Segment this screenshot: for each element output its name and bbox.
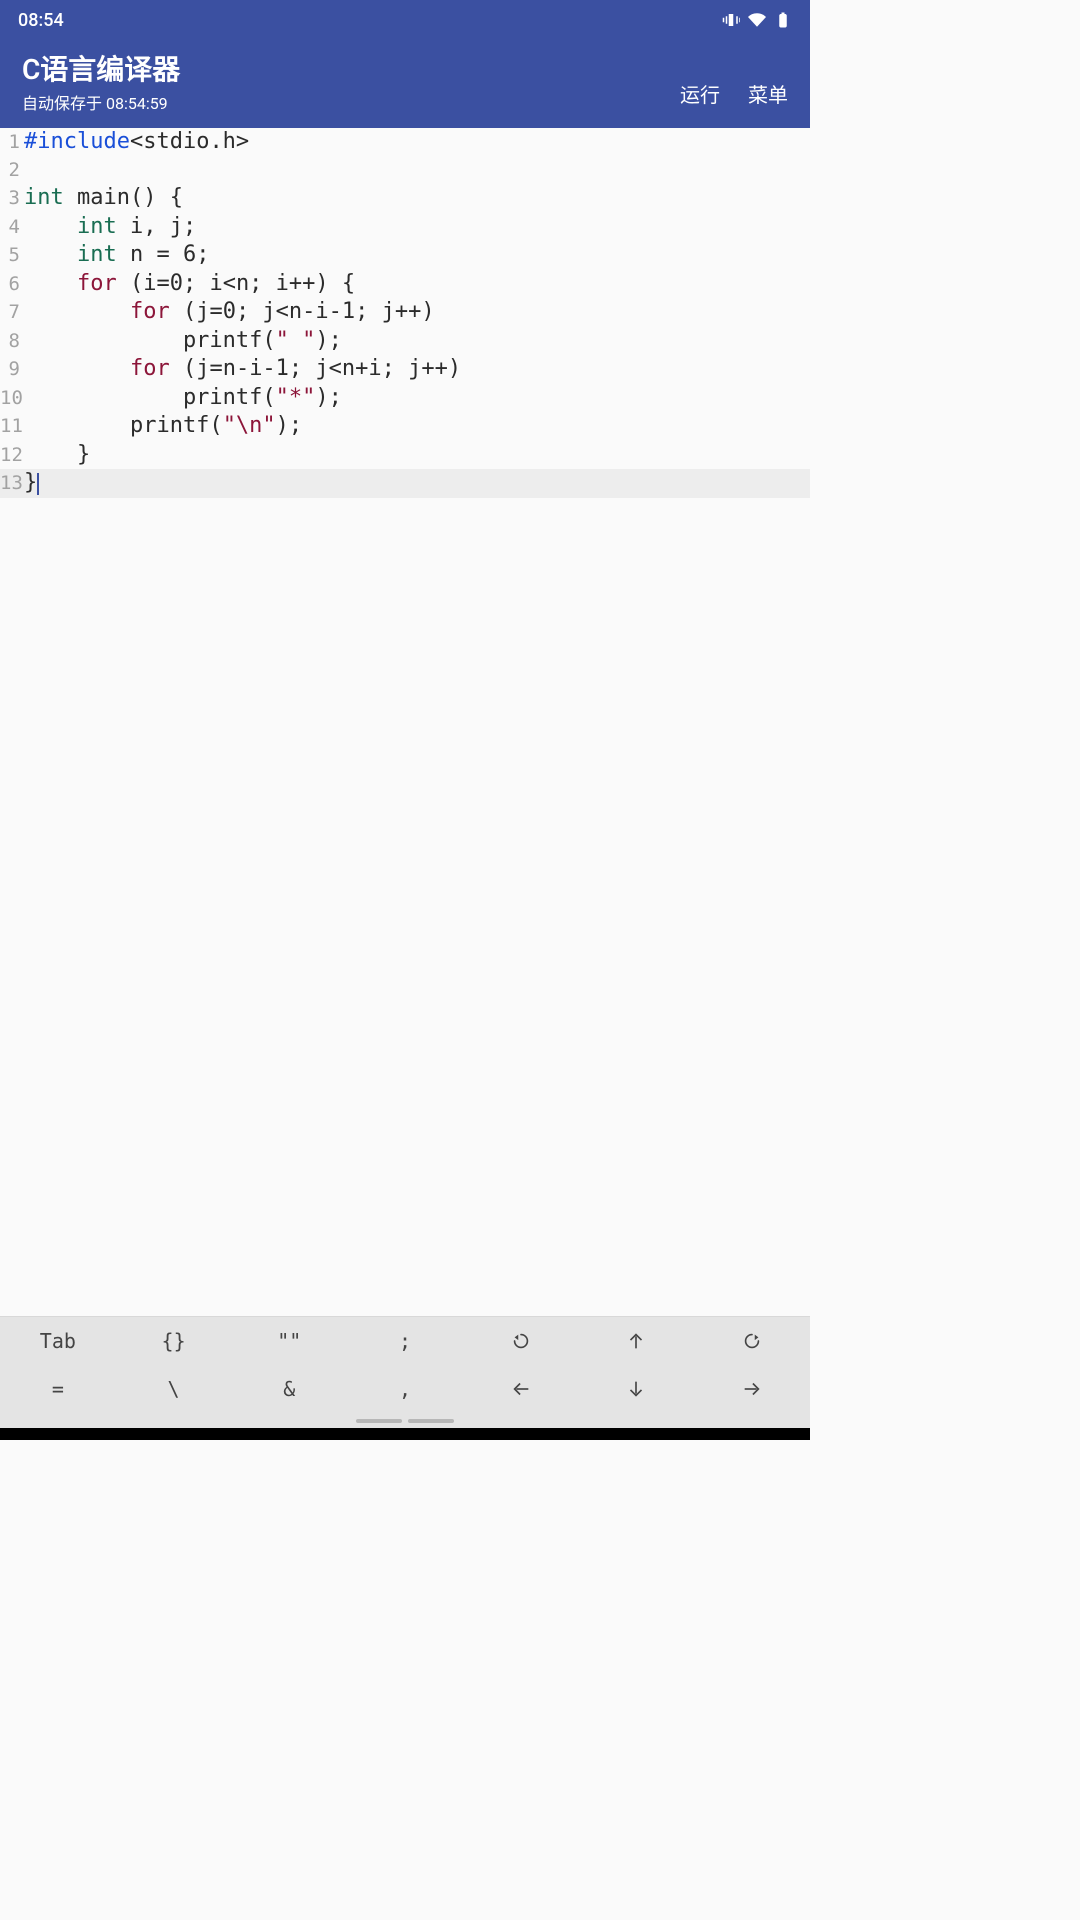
line-number: 10 [0,385,24,413]
line-number: 12 [0,442,24,470]
line-number: 7 [0,299,24,327]
nav-bar-bottom [0,1428,810,1440]
code-content[interactable]: printf(" "); [24,327,810,355]
shortcut-row-1: Tab{}""; [0,1317,810,1365]
code-content[interactable]: } [24,469,810,497]
code-content[interactable]: int main() { [24,184,810,212]
text-cursor [37,473,39,495]
shortcut-key-left-icon[interactable] [463,1365,579,1413]
code-line[interactable]: 2 [0,157,810,185]
status-bar: 08:54 [0,0,810,40]
app-title-block: C语言编译器 自动保存于 08:54:59 [22,48,180,114]
run-button[interactable]: 运行 [680,79,720,108]
code-content[interactable]: printf("\n"); [24,412,810,440]
code-content[interactable]: for (j=n-i-1; j<n+i; j++) [24,355,810,383]
shortcut-key[interactable]: & [231,1365,347,1413]
code-line[interactable]: 5 int n = 6; [0,241,810,270]
code-content[interactable]: int n = 6; [24,241,810,269]
shortcut-key[interactable]: = [0,1365,116,1413]
shortcut-key[interactable]: , [347,1365,463,1413]
line-number: 3 [0,185,24,213]
line-number: 5 [0,242,24,270]
wifi-icon [748,11,766,29]
code-line[interactable]: 12 } [0,441,810,470]
line-number: 11 [0,413,24,441]
code-content[interactable]: #include<stdio.h> [24,128,810,156]
header-actions: 运行 菜单 [680,79,788,114]
shortcut-key-up-icon[interactable] [579,1317,695,1365]
line-number: 8 [0,328,24,356]
shortcut-key-right-icon[interactable] [694,1365,810,1413]
code-line[interactable]: 7 for (j=0; j<n-i-1; j++) [0,298,810,327]
shortcut-key[interactable]: ; [347,1317,463,1365]
line-number: 6 [0,271,24,299]
line-number: 13 [0,470,24,498]
code-line[interactable]: 1#include<stdio.h> [0,128,810,157]
nav-handle[interactable] [0,1413,810,1428]
code-line[interactable]: 9 for (j=n-i-1; j<n+i; j++) [0,355,810,384]
app-title: C语言编译器 [22,48,180,88]
status-icons [722,11,792,29]
code-content[interactable]: } [24,441,810,469]
code-content[interactable]: for (j=0; j<n-i-1; j++) [24,298,810,326]
code-line[interactable]: 6 for (i=0; i<n; i++) { [0,270,810,299]
battery-icon [774,11,792,29]
menu-button[interactable]: 菜单 [748,79,788,108]
shortcut-key[interactable]: Tab [0,1317,116,1365]
shortcut-key-down-icon[interactable] [579,1365,695,1413]
shortcut-bar: Tab{}""; =\&, [0,1316,810,1428]
code-line[interactable]: 4 int i, j; [0,213,810,242]
nav-pill [356,1419,402,1423]
autosave-status: 自动保存于 08:54:59 [22,90,180,114]
code-content[interactable]: int i, j; [24,213,810,241]
code-content[interactable]: for (i=0; i<n; i++) { [24,270,810,298]
shortcut-key-redo-icon[interactable] [694,1317,810,1365]
shortcut-key-undo-icon[interactable] [463,1317,579,1365]
shortcut-key[interactable]: {} [116,1317,232,1365]
line-number: 2 [0,157,24,185]
code-editor[interactable]: 1#include<stdio.h>23int main() {4 int i,… [0,128,810,1316]
code-line[interactable]: 3int main() { [0,184,810,213]
line-number: 9 [0,356,24,384]
app-header: C语言编译器 自动保存于 08:54:59 运行 菜单 [0,40,810,128]
vibrate-icon [722,11,740,29]
shortcut-row-2: =\&, [0,1365,810,1413]
shortcut-key[interactable]: "" [231,1317,347,1365]
line-number: 1 [0,129,24,157]
shortcut-key[interactable]: \ [116,1365,232,1413]
line-number: 4 [0,214,24,242]
code-line[interactable]: 10 printf("*"); [0,384,810,413]
code-line[interactable]: 13} [0,469,810,498]
code-line[interactable]: 8 printf(" "); [0,327,810,356]
code-line[interactable]: 11 printf("\n"); [0,412,810,441]
code-content[interactable]: printf("*"); [24,384,810,412]
nav-pill [408,1419,454,1423]
status-time: 08:54 [18,10,64,31]
